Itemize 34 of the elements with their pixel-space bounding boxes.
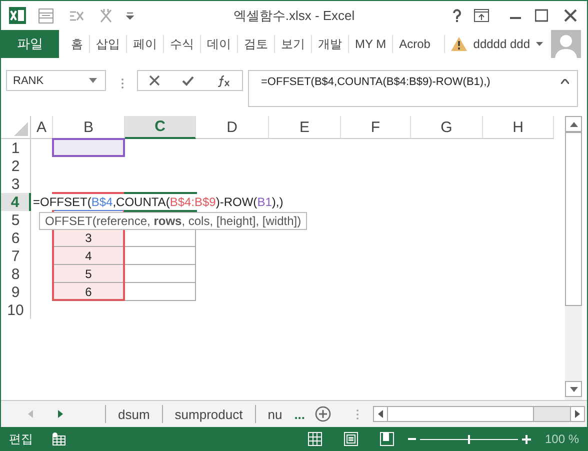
ribbon-tab[interactable]: 보기 xyxy=(274,35,311,53)
sheet-tab[interactable]: dsum xyxy=(105,405,162,423)
zoom-level[interactable]: 100 % xyxy=(544,432,579,446)
formula-field[interactable]: =OFFSET(B$4,COUNTA(B$4:B$9)-ROW(B1),) xyxy=(248,70,578,107)
cell-editor[interactable]: =OFFSET(B$4,COUNTA(B$4:B$9)-ROW(B1),) xyxy=(33,194,286,210)
column-header[interactable]: D xyxy=(196,116,269,139)
sheet-tab[interactable]: sumproduct xyxy=(162,405,255,423)
file-tab[interactable]: 파일 xyxy=(1,30,59,58)
table-cell: 3 xyxy=(53,229,125,247)
column-header[interactable]: H xyxy=(483,116,554,139)
column-header[interactable]: E xyxy=(269,116,341,139)
table-cell: 5 xyxy=(53,265,125,283)
ribbon-tab[interactable]: 데이 xyxy=(200,35,237,53)
row-header[interactable]: 4 xyxy=(1,193,31,211)
column-header[interactable]: A xyxy=(31,116,53,139)
column-header[interactable]: C xyxy=(125,116,196,139)
ribbon-tab[interactable]: 홈 xyxy=(65,35,89,53)
window-title: 엑셀함수.xlsx - Excel xyxy=(233,6,355,24)
table-cell: 4 xyxy=(53,247,125,265)
name-box[interactable]: RANK xyxy=(6,70,106,91)
ribbon-tab[interactable]: 페이 xyxy=(126,35,163,53)
ribbon-tab[interactable]: Acrob xyxy=(392,35,436,53)
sheet-tab[interactable]: nu xyxy=(254,405,294,423)
column-header[interactable]: F xyxy=(341,116,411,139)
column-header[interactable]: G xyxy=(411,116,483,139)
function-tooltip: OFFSET(reference, rows, cols, [height], [width]) xyxy=(39,212,308,230)
ribbon-tab[interactable]: 수식 xyxy=(163,35,200,53)
ribbon-tab[interactable]: 개발 xyxy=(311,35,348,53)
mode-indicator: 편집 xyxy=(9,430,33,448)
account-name[interactable]: ddddd ddd xyxy=(473,37,530,51)
ribbon-tab[interactable]: 검토 xyxy=(237,35,274,53)
more-sheets[interactable]: ... xyxy=(294,406,306,422)
ribbon-tab[interactable]: MY M xyxy=(348,35,392,53)
ribbon-tab[interactable]: 삽입 xyxy=(89,35,126,53)
